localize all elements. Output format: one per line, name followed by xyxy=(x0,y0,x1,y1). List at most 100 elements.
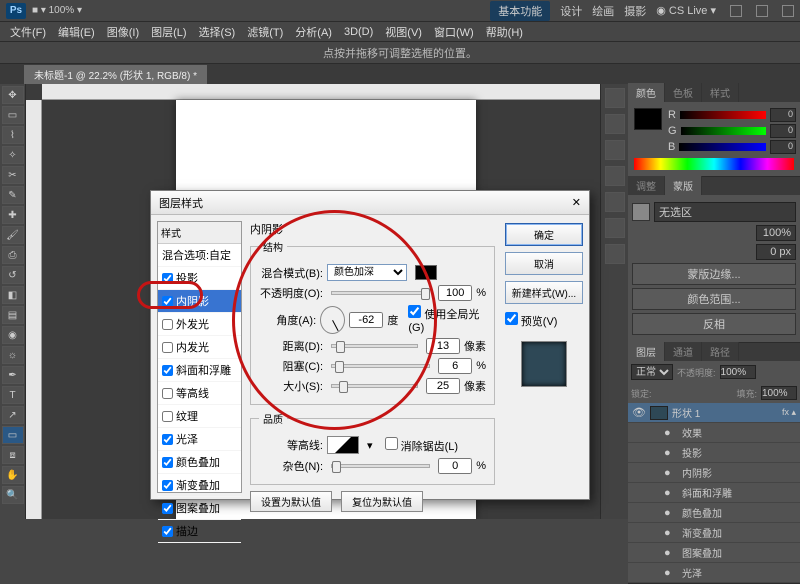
menu-help[interactable]: 帮助(H) xyxy=(482,22,527,42)
global-light[interactable]: 使用全局光(G) xyxy=(408,305,486,334)
dialog-close-icon[interactable]: ✕ xyxy=(572,196,581,209)
layer-row[interactable]: ●内阴影 xyxy=(628,463,800,483)
menu-layer[interactable]: 图层(L) xyxy=(147,22,190,42)
style-item-斜面和浮雕[interactable]: 斜面和浮雕 xyxy=(158,359,241,382)
side-icon[interactable] xyxy=(605,244,625,264)
distance-slider[interactable] xyxy=(331,344,418,348)
tab-styles[interactable]: 样式 xyxy=(702,83,739,102)
style-item-纹理[interactable]: 纹理 xyxy=(158,405,241,428)
layer-row[interactable]: ●光泽 xyxy=(628,563,800,583)
side-icon[interactable] xyxy=(605,192,625,212)
blend-mode[interactable]: 正常 xyxy=(631,364,673,380)
noise-input[interactable] xyxy=(438,458,472,474)
dodge-tool[interactable]: ☼ xyxy=(2,346,24,364)
window-close-icon[interactable] xyxy=(782,5,794,17)
style-item-外发光[interactable]: 外发光 xyxy=(158,313,241,336)
shadow-color[interactable] xyxy=(415,265,437,280)
side-icon[interactable] xyxy=(605,166,625,186)
tab-channels[interactable]: 通道 xyxy=(665,342,702,361)
angle-input[interactable] xyxy=(349,312,383,328)
crop-tool[interactable]: ✂ xyxy=(2,166,24,184)
blend-mode-select[interactable]: 颜色加深 xyxy=(327,264,407,281)
workspace-paint[interactable]: 绘画 xyxy=(592,3,614,19)
layer-row[interactable]: ●效果 xyxy=(628,423,800,443)
style-item-等高线[interactable]: 等高线 xyxy=(158,382,241,405)
menu-file[interactable]: 文件(F) xyxy=(6,22,50,42)
ok-button[interactable]: 确定 xyxy=(505,223,583,246)
val-r[interactable]: 0 xyxy=(770,108,796,122)
title-controls[interactable]: ■ ▾ 100% ▾ xyxy=(32,5,82,16)
menu-window[interactable]: 窗口(W) xyxy=(430,22,478,42)
menu-3d[interactable]: 3D(D) xyxy=(340,24,377,40)
layer-row[interactable]: ●颜色叠加 xyxy=(628,503,800,523)
blur-tool[interactable]: ◉ xyxy=(2,326,24,344)
preview-check[interactable]: 预览(V) xyxy=(505,312,583,329)
tab-paths[interactable]: 路径 xyxy=(702,342,739,361)
workspace-design[interactable]: 设计 xyxy=(560,3,582,19)
btn-mask-edge[interactable]: 蒙版边缘... xyxy=(632,263,796,285)
choke-input[interactable] xyxy=(438,358,472,374)
size-slider[interactable] xyxy=(331,384,418,388)
hand-tool[interactable]: ✋ xyxy=(2,466,24,484)
style-item-内发光[interactable]: 内发光 xyxy=(158,336,241,359)
slider-b[interactable] xyxy=(679,143,766,151)
tab-adjust[interactable]: 调整 xyxy=(628,176,665,195)
anti-alias[interactable]: 消除锯齿(L) xyxy=(385,437,459,454)
style-item-内阴影[interactable]: 内阴影 xyxy=(158,290,241,313)
path-tool[interactable]: ↗ xyxy=(2,406,24,424)
history-tool[interactable]: ↺ xyxy=(2,266,24,284)
side-icon[interactable] xyxy=(605,88,625,108)
tab-mask[interactable]: 蒙版 xyxy=(665,176,702,195)
tab-layers[interactable]: 图层 xyxy=(628,342,665,361)
menu-edit[interactable]: 编辑(E) xyxy=(54,22,99,42)
val-b[interactable]: 0 xyxy=(770,140,796,154)
angle-dial[interactable] xyxy=(320,306,345,334)
noise-slider[interactable] xyxy=(331,464,430,468)
menu-image[interactable]: 图像(I) xyxy=(103,22,143,42)
eraser-tool[interactable]: ◧ xyxy=(2,286,24,304)
workspace-basic[interactable]: 基本功能 xyxy=(490,1,550,21)
mask-opacity[interactable]: 100% xyxy=(756,225,796,241)
contour-picker[interactable] xyxy=(327,436,359,454)
window-min-icon[interactable] xyxy=(730,5,742,17)
layer-row[interactable]: ●渐变叠加 xyxy=(628,523,800,543)
layer-opacity[interactable] xyxy=(720,365,756,379)
brush-tool[interactable]: 🖌 xyxy=(2,226,24,244)
gradient-tool[interactable]: ▤ xyxy=(2,306,24,324)
layer-row[interactable]: ●图案叠加 xyxy=(628,543,800,563)
layer-fill[interactable] xyxy=(761,386,797,400)
val-g[interactable]: 0 xyxy=(770,124,796,138)
move-tool[interactable]: ✥ xyxy=(2,86,24,104)
workspace-photo[interactable]: 摄影 xyxy=(624,3,646,19)
heal-tool[interactable]: ✚ xyxy=(2,206,24,224)
style-item-颜色叠加[interactable]: 颜色叠加 xyxy=(158,451,241,474)
window-max-icon[interactable] xyxy=(756,5,768,17)
side-icon[interactable] xyxy=(605,114,625,134)
layer-row[interactable]: ●投影 xyxy=(628,443,800,463)
menu-view[interactable]: 视图(V) xyxy=(381,22,426,42)
layer-row[interactable]: 👁形状 1fx ▴ xyxy=(628,403,800,423)
reset-default-button[interactable]: 复位为默认值 xyxy=(341,491,423,512)
side-icon[interactable] xyxy=(605,218,625,238)
type-tool[interactable]: T xyxy=(2,386,24,404)
pen-tool[interactable]: ✒ xyxy=(2,366,24,384)
opacity-input[interactable] xyxy=(438,285,472,301)
mask-feather[interactable]: 0 px xyxy=(756,244,796,260)
choke-slider[interactable] xyxy=(331,364,430,368)
style-item-描边[interactable]: 描边 xyxy=(158,520,241,543)
layer-row[interactable]: ●斜面和浮雕 xyxy=(628,483,800,503)
tab-color[interactable]: 颜色 xyxy=(628,83,665,102)
tab-swatches[interactable]: 色板 xyxy=(665,83,702,102)
3d-tool[interactable]: ⧈ xyxy=(2,446,24,464)
slider-r[interactable] xyxy=(680,111,766,119)
wand-tool[interactable]: ✧ xyxy=(2,146,24,164)
opacity-slider[interactable] xyxy=(331,291,430,295)
hue-bar[interactable] xyxy=(634,158,794,170)
style-item-渐变叠加[interactable]: 渐变叠加 xyxy=(158,474,241,497)
marquee-tool[interactable]: ▭ xyxy=(2,106,24,124)
shape-tool[interactable]: ▭ xyxy=(2,426,24,444)
distance-input[interactable] xyxy=(426,338,460,354)
new-style-button[interactable]: 新建样式(W)... xyxy=(505,281,583,304)
size-input[interactable] xyxy=(426,378,460,394)
menu-analysis[interactable]: 分析(A) xyxy=(291,22,336,42)
